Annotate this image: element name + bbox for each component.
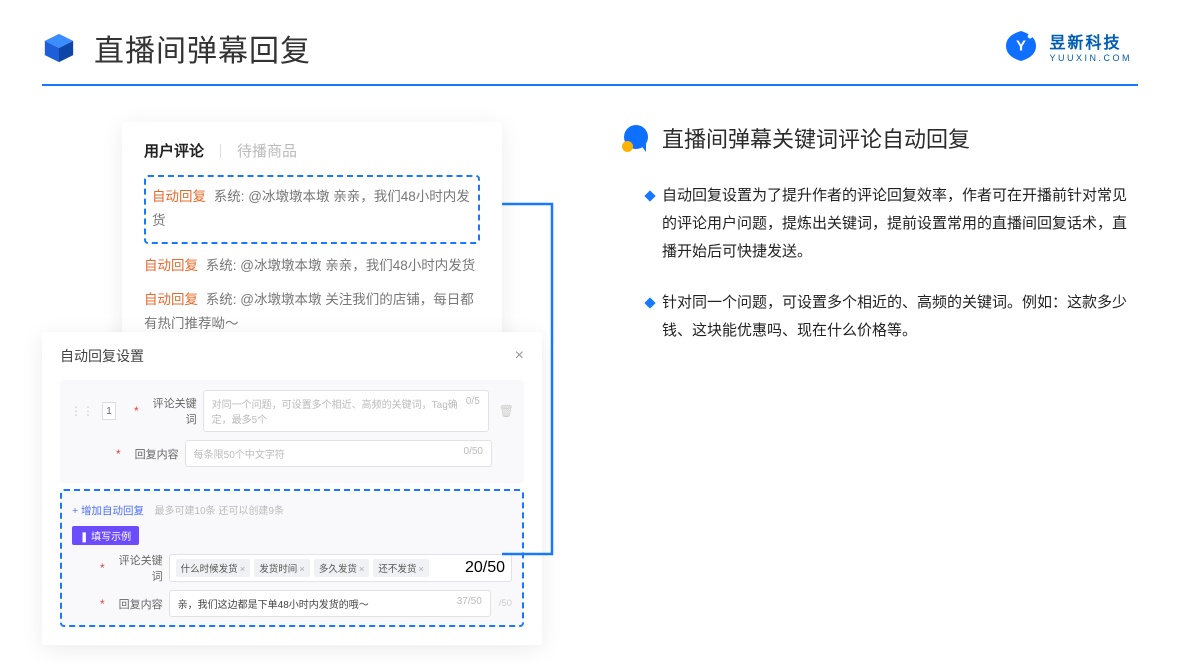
example-pill: ❚ 填写示例 <box>72 526 139 545</box>
brand-logo: Y 昱新科技 YUUXIN.COM <box>1003 28 1132 64</box>
drag-handle-icon[interactable]: ⋮⋮ <box>70 404 94 418</box>
svg-text:Y: Y <box>1016 38 1026 55</box>
rule-index: 1 <box>102 402 116 420</box>
reply-count: 0/50 <box>464 446 483 461</box>
auto-reply-tag: 自动回复 <box>144 258 198 273</box>
tag-chip: 什么时候发货 <box>181 564 238 575</box>
example-section: + 增加自动回复 最多可建10条 还可以创建9条 ❚ 填写示例 * 评论关键词 … <box>60 489 524 627</box>
add-limit-note: 最多可建10条 还可以创建9条 <box>155 506 284 517</box>
auto-reply-settings-dialog: 自动回复设置 × ⋮⋮ 1 * 评论关键词 对同一个问题，可设置多个相近、高频的… <box>42 332 542 645</box>
required-icon: * <box>116 447 121 461</box>
reply-input[interactable]: 每条限50个中文字符 0/50 <box>185 440 492 467</box>
delete-icon[interactable]: 🗑 <box>499 404 514 418</box>
section-title: 直播间弹幕关键词评论自动回复 <box>662 122 970 154</box>
example-keyword-label: 评论关键词 <box>109 552 163 584</box>
tag-chip: 还不发货 <box>378 564 416 575</box>
example-keyword-count: 20/50 <box>465 559 505 577</box>
example-keyword-input[interactable]: 什么时候发货× 发货时间× 多久发货× 还不发货× 20/50 <box>169 554 512 582</box>
auto-reply-tag: 自动回复 <box>144 292 198 307</box>
reply-placeholder: 每条限50个中文字符 <box>194 446 285 461</box>
example-reply-count: 37/50 <box>457 596 482 611</box>
example-reply-text: 亲，我们这边都是下单48小时内发货的哦～ <box>178 596 369 611</box>
required-icon: * <box>134 404 139 418</box>
required-icon: * <box>100 561 105 575</box>
close-icon[interactable]: × <box>515 347 524 365</box>
bullet-item: 针对同一个问题，可设置多个相近的、高频的关键词。例如：这款多少钱、这块能优惠吗、… <box>646 289 1138 345</box>
add-auto-reply-link[interactable]: + 增加自动回复 <box>72 505 144 517</box>
keyword-input[interactable]: 对同一个问题，可设置多个相近、高频的关键词，Tag确定，最多5个 0/5 <box>203 390 489 432</box>
dialog-title: 自动回复设置 <box>60 346 144 366</box>
auto-reply-tag: 自动回复 <box>152 189 206 204</box>
example-reply-input[interactable]: 亲，我们这边都是下单48小时内发货的哦～ 37/50 <box>169 590 491 617</box>
keyword-label: 评论关键词 <box>143 395 197 427</box>
overflow-count: /50 <box>499 598 512 609</box>
tab-pending-goods[interactable]: 待播商品 <box>237 140 297 161</box>
brand-name-en: YUUXIN.COM <box>1049 53 1132 63</box>
page-title: 直播间弹幕回复 <box>94 26 311 70</box>
keyword-placeholder: 对同一个问题，可设置多个相近、高频的关键词，Tag确定，最多5个 <box>212 396 466 426</box>
tag-chip: 多久发货 <box>319 564 357 575</box>
keyword-count: 0/5 <box>466 396 480 426</box>
comments-panel: 用户评论 待播商品 自动回复 系统: @冰墩墩本墩 亲亲，我们48小时内发货 自… <box>122 122 502 362</box>
highlighted-comment: 自动回复 系统: @冰墩墩本墩 亲亲，我们48小时内发货 <box>144 175 480 244</box>
tab-user-comments[interactable]: 用户评论 <box>144 140 204 161</box>
tab-separator <box>220 144 221 158</box>
required-icon: * <box>100 597 105 611</box>
comment-text: 系统: @冰墩墩本墩 亲亲，我们48小时内发货 <box>206 258 475 273</box>
cube-icon <box>42 31 76 65</box>
example-reply-label: 回复内容 <box>109 596 163 612</box>
chat-bubble-icon <box>622 125 648 151</box>
reply-label: 回复内容 <box>125 446 179 462</box>
brand-name-cn: 昱新科技 <box>1049 29 1132 53</box>
bullet-item: 自动回复设置为了提升作者的评论回复效率，作者可在开播前针对常见的评论用户问题，提… <box>646 182 1138 265</box>
tag-chip: 发货时间 <box>259 564 297 575</box>
